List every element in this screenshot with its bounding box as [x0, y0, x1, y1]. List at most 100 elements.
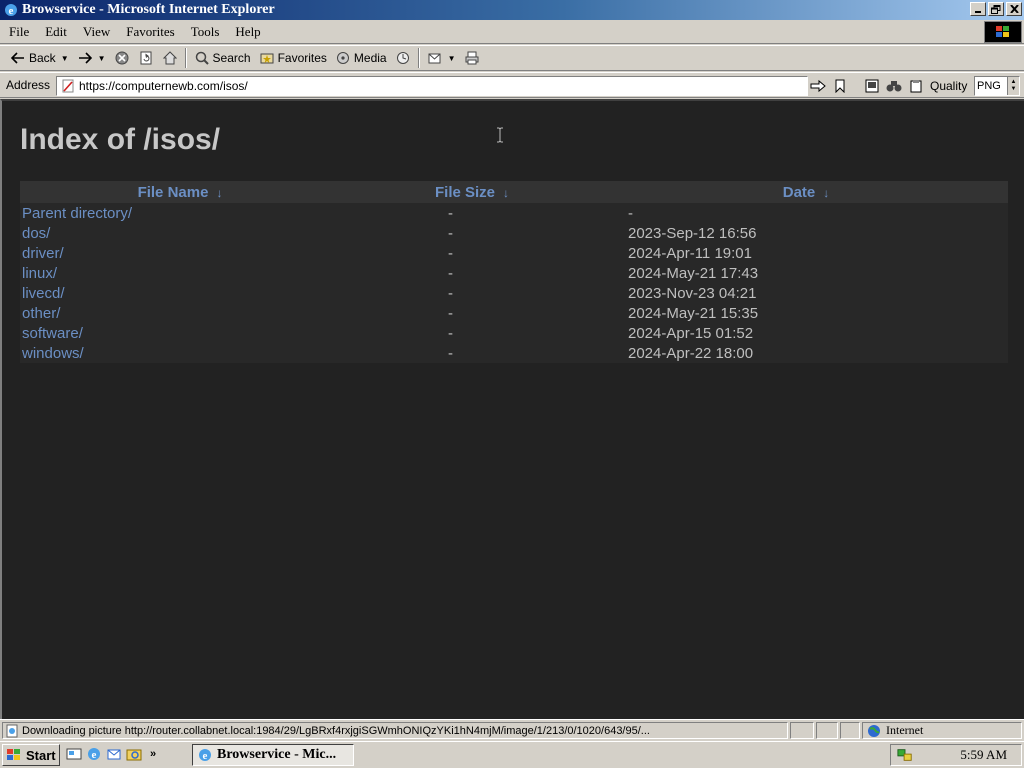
file-date-cell: 2024-May-21 15:35 — [628, 304, 759, 322]
quality-spinner[interactable]: ▲ ▼ — [1007, 77, 1019, 95]
svg-text:e: e — [203, 750, 208, 762]
menu-view[interactable]: View — [76, 24, 117, 40]
taskbar: Start e » e Browservice - Mic... 5:59 AM — [0, 741, 1024, 768]
back-arrow-icon — [10, 50, 26, 66]
ie-task-icon: e — [197, 747, 213, 763]
network-icon[interactable] — [897, 747, 913, 763]
column-header-file-size[interactable]: File Size ↓ — [340, 181, 604, 203]
clock[interactable]: 5:59 AM — [960, 747, 1007, 763]
file-link[interactable]: software/ — [22, 325, 83, 342]
start-label: Start — [26, 747, 56, 763]
status-panel — [840, 722, 860, 739]
go-arrow-icon[interactable] — [810, 78, 826, 94]
menu-favorites[interactable]: Favorites — [119, 24, 181, 40]
sort-arrow-icon: ↓ — [503, 185, 510, 200]
bookmark-icon[interactable] — [832, 78, 848, 94]
file-link[interactable]: dos/ — [22, 225, 50, 242]
file-size-cell: - — [448, 244, 453, 262]
ie-quicklaunch-icon[interactable]: e — [86, 746, 102, 762]
status-text: Downloading picture http://router.collab… — [22, 724, 650, 737]
show-desktop-icon[interactable] — [66, 746, 82, 762]
stop-button[interactable] — [110, 47, 134, 69]
file-size-cell: - — [448, 264, 453, 282]
page-icon — [61, 79, 75, 93]
file-link[interactable]: linux/ — [22, 265, 57, 282]
spin-up-icon[interactable]: ▲ — [1011, 79, 1017, 86]
table-row: windows/ - 2024-Apr-22 18:00 — [20, 343, 1008, 363]
file-link[interactable]: Parent directory/ — [22, 205, 132, 222]
clipboard-icon[interactable] — [908, 78, 924, 94]
minimize-button[interactable] — [970, 2, 986, 16]
forward-dropdown-icon[interactable]: ▼ — [98, 54, 106, 63]
file-link[interactable]: other/ — [22, 305, 60, 322]
refresh-button[interactable] — [134, 47, 158, 69]
column-header-date[interactable]: Date ↓ — [604, 181, 1008, 203]
task-label: Browservice - Mic... — [217, 747, 337, 762]
close-button[interactable] — [1006, 2, 1022, 16]
menu-file[interactable]: File — [2, 24, 36, 40]
search-label: Search — [212, 51, 251, 65]
sort-arrow-icon: ↓ — [216, 185, 223, 200]
file-name-cell: software/ — [20, 323, 340, 343]
quick-launch: e » — [66, 746, 156, 762]
column-label: Date — [782, 183, 816, 201]
refresh-icon — [138, 50, 154, 66]
menu-edit[interactable]: Edit — [38, 24, 74, 40]
back-button[interactable]: Back ▼ — [6, 47, 73, 69]
column-header-file-name[interactable]: File Name ↓ — [20, 181, 340, 203]
security-zone[interactable]: Internet — [862, 722, 1022, 739]
search-button[interactable]: Search — [190, 47, 255, 69]
menu-tools[interactable]: Tools — [184, 24, 227, 40]
file-date-cell: 2023-Sep-12 16:56 — [628, 224, 757, 242]
file-link[interactable]: livecd/ — [22, 285, 65, 302]
page-find-icon[interactable] — [864, 78, 880, 94]
media-label: Media — [353, 51, 387, 65]
home-button[interactable] — [158, 47, 182, 69]
page-content: Index of /isos/ File Name ↓ File Size ↓ Da… — [0, 99, 1024, 719]
spin-down-icon[interactable]: ▼ — [1011, 86, 1017, 93]
globe-icon — [866, 723, 882, 739]
mail-button[interactable]: ▼ — [423, 47, 460, 69]
page-title: Index of /isos/ — [20, 123, 221, 156]
media-icon — [335, 50, 351, 66]
explorer-icon[interactable] — [126, 746, 142, 762]
stop-icon — [114, 50, 130, 66]
print-button[interactable] — [460, 47, 484, 69]
taskbar-window-button[interactable]: e Browservice - Mic... — [192, 744, 354, 766]
quick-launch-chevron-icon[interactable]: » — [150, 748, 156, 760]
standard-toolbar: Back ▼ ▼ Search Favorites Media ▼ — [0, 45, 1024, 71]
favorites-button[interactable]: Favorites — [255, 47, 331, 69]
file-size-cell: - — [448, 344, 453, 362]
quality-select[interactable]: PNG ▲ ▼ — [974, 76, 1020, 96]
toolbar-separator — [417, 48, 420, 68]
table-row: other/ - 2024-May-21 15:35 — [20, 303, 1008, 323]
file-date-cell: 2024-Apr-15 01:52 — [628, 324, 754, 342]
address-input[interactable]: https://computernewb.com/isos/ — [56, 76, 808, 96]
mail-dropdown-icon[interactable]: ▼ — [448, 54, 456, 63]
status-bar: Downloading picture http://router.collab… — [0, 719, 1024, 740]
forward-button[interactable]: ▼ — [73, 47, 110, 69]
outlook-express-icon[interactable] — [106, 746, 122, 762]
binoculars-icon[interactable] — [886, 78, 902, 94]
window-title: Browservice - Microsoft Internet Explore… — [22, 2, 275, 17]
print-icon — [464, 50, 480, 66]
file-name-cell: dos/ — [20, 223, 340, 243]
svg-text:e: e — [9, 5, 14, 17]
file-name-cell: linux/ — [20, 263, 340, 283]
file-link[interactable]: windows/ — [22, 345, 84, 362]
file-size-cell: - — [448, 304, 453, 322]
file-name-cell: other/ — [20, 303, 340, 323]
restore-button[interactable] — [988, 2, 1004, 16]
file-date-cell: 2024-Apr-11 19:01 — [628, 244, 752, 262]
file-size-cell: - — [448, 204, 453, 222]
file-link[interactable]: driver/ — [22, 245, 64, 262]
media-button[interactable]: Media — [331, 47, 391, 69]
start-button[interactable]: Start — [2, 744, 60, 766]
menu-help[interactable]: Help — [228, 24, 267, 40]
history-button[interactable] — [391, 47, 415, 69]
file-date-cell: 2023-Nov-23 04:21 — [628, 284, 757, 302]
table-row: Parent directory/ - - — [20, 203, 1008, 223]
back-dropdown-icon[interactable]: ▼ — [61, 54, 69, 63]
windows-flag-icon — [5, 747, 23, 763]
forward-arrow-icon — [77, 50, 93, 66]
